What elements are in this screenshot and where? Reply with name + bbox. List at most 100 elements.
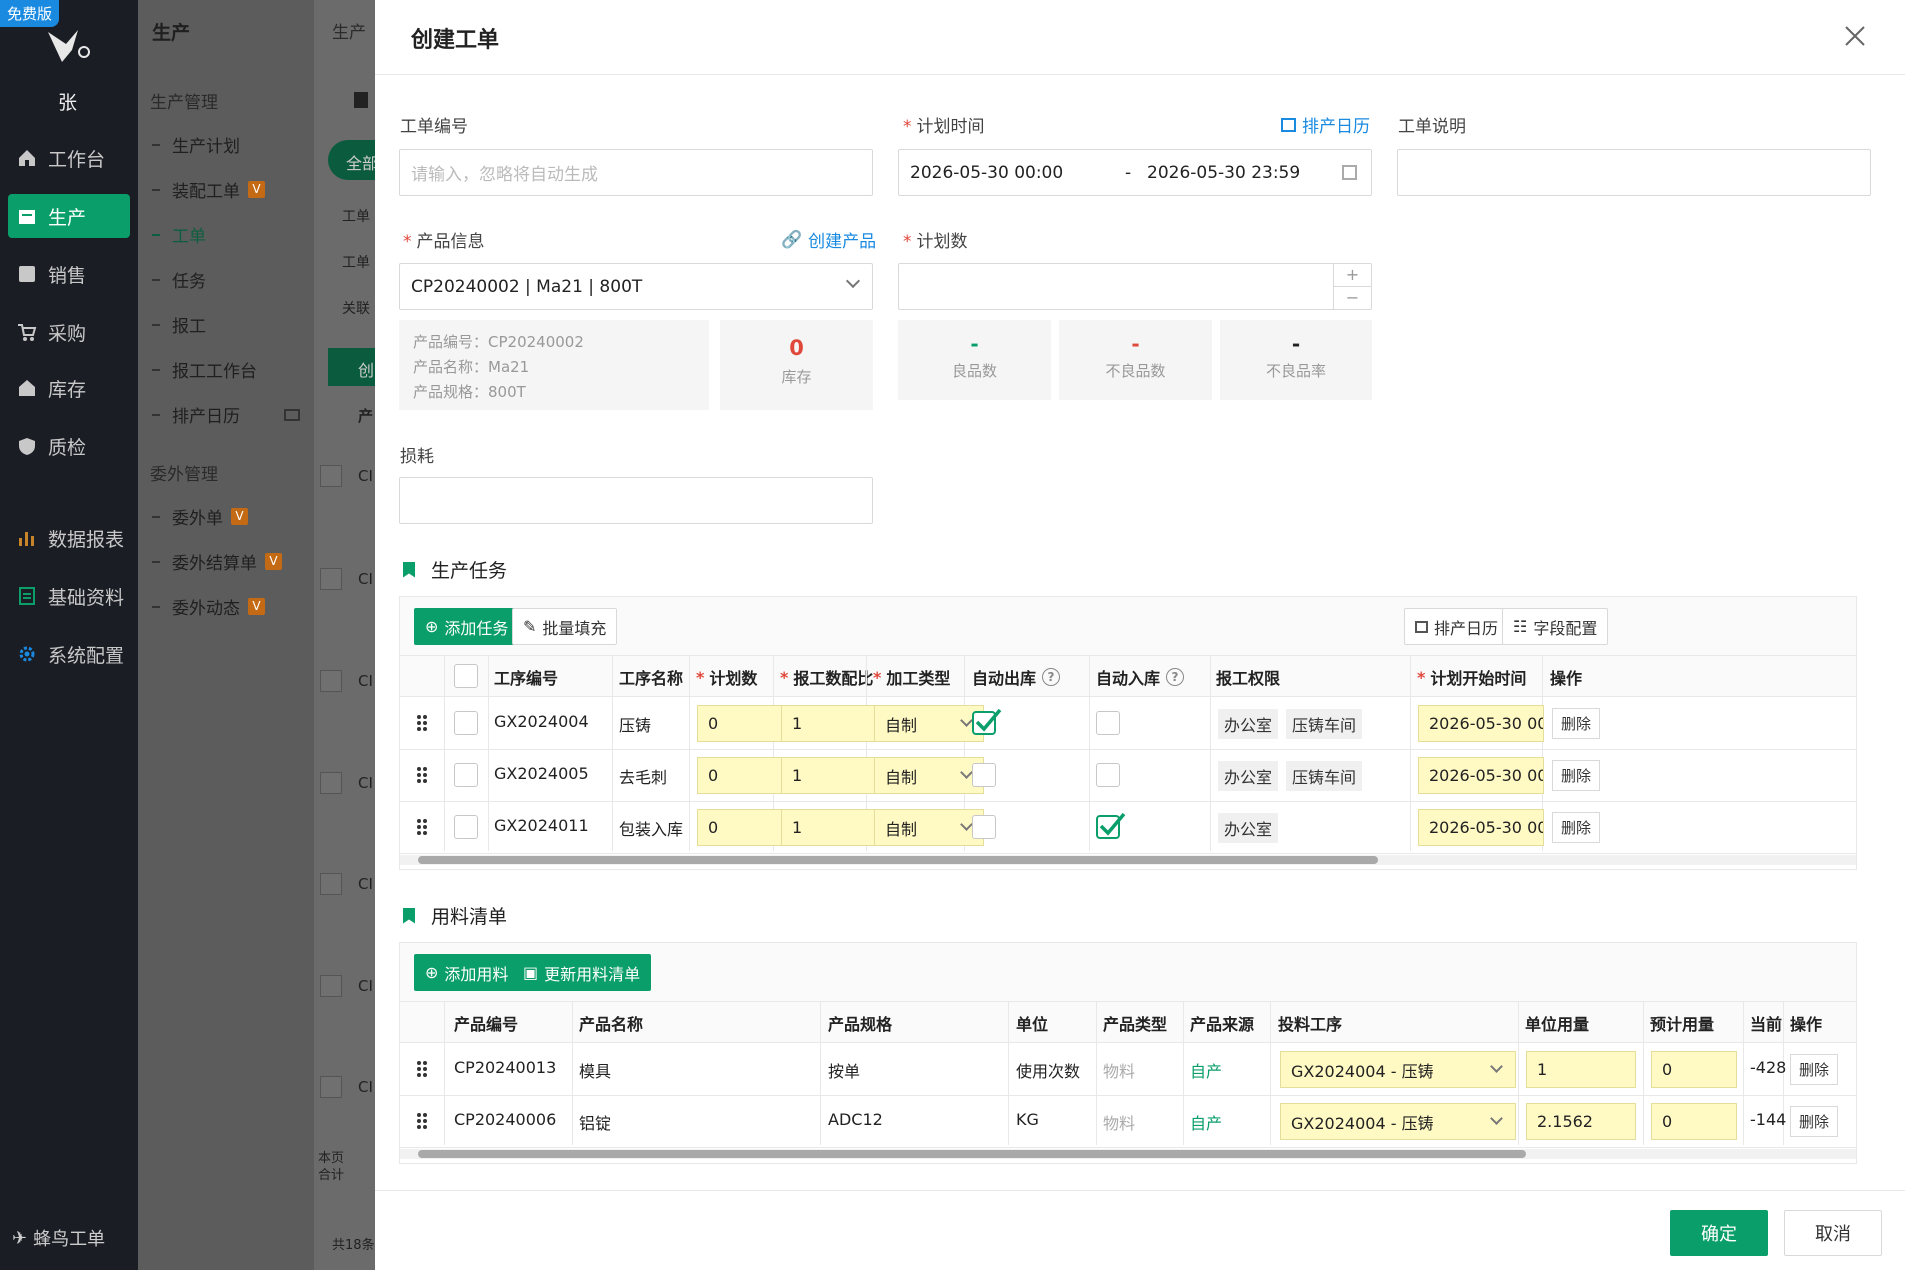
- auto-in-checkbox[interactable]: [1096, 711, 1120, 735]
- delete-button[interactable]: 删除: [1552, 812, 1601, 843]
- sub-nav-item-assembly[interactable]: 装配工单 V: [152, 177, 265, 202]
- plus-icon[interactable]: +: [1334, 264, 1371, 287]
- free-badge: 免费版: [0, 0, 60, 27]
- edit-icon: ✎: [523, 617, 537, 636]
- row-checkbox[interactable]: [454, 711, 478, 735]
- sub-nav-item-workorder[interactable]: 工单: [152, 222, 206, 247]
- add-material-button[interactable]: ⊕ 添加用料: [414, 954, 520, 991]
- row-checkbox[interactable]: [454, 763, 478, 787]
- field-config-button[interactable]: ☷ 字段配置: [1502, 608, 1609, 645]
- bg-new-button: 创: [328, 348, 376, 386]
- feed-process-select[interactable]: GX2024004 - 压铸: [1280, 1051, 1516, 1088]
- calendar-link[interactable]: 排产日历: [1281, 112, 1370, 137]
- plan-qty-input[interactable]: 0: [697, 809, 783, 846]
- close-icon[interactable]: [1843, 24, 1867, 48]
- col-auto-in: 自动入库?: [1096, 665, 1185, 689]
- calendar-icon: [16, 205, 38, 227]
- sub-nav-title: 生产: [152, 22, 191, 44]
- nav-sales[interactable]: 销售: [8, 252, 130, 296]
- nav-purchase[interactable]: 采购: [8, 310, 130, 354]
- nav-quality[interactable]: 质检: [8, 424, 130, 468]
- minus-icon[interactable]: −: [1334, 287, 1371, 309]
- sub-nav-item-task[interactable]: 任务: [152, 267, 206, 292]
- est-usage-input[interactable]: 0: [1651, 1051, 1737, 1088]
- permission-tag: 压铸车间: [1286, 761, 1363, 791]
- tasks-h-scrollbar[interactable]: [400, 855, 1856, 865]
- auto-in-checkbox[interactable]: [1096, 763, 1120, 787]
- plan-start-input[interactable]: 2026-05-30 00:00: [1418, 757, 1544, 794]
- bg-row-checkbox: [320, 873, 342, 895]
- report-ratio-input[interactable]: 1: [781, 705, 881, 742]
- calendar-icon: [1281, 117, 1296, 132]
- nav-production[interactable]: 生产: [8, 194, 130, 238]
- description-input[interactable]: [1397, 149, 1871, 196]
- bom-h-scrollbar[interactable]: [400, 1149, 1856, 1159]
- nav-label: 系统配置: [48, 644, 125, 667]
- loss-input[interactable]: [399, 477, 873, 524]
- plan-start-input[interactable]: 2026-05-30 00:00: [1418, 705, 1544, 742]
- nav-system-config[interactable]: 系统配置: [8, 632, 130, 676]
- document-icon: [16, 585, 38, 607]
- wo-number-input[interactable]: 请输入，忽略将自动生成: [399, 149, 873, 196]
- drag-handle-icon[interactable]: [416, 817, 428, 837]
- sub-nav-item-outsource[interactable]: 委外单 V: [152, 504, 248, 529]
- user-avatar[interactable]: 张: [58, 88, 77, 115]
- sub-nav-item-report[interactable]: 报工: [152, 312, 206, 337]
- delete-button[interactable]: 删除: [1552, 760, 1601, 791]
- plan-qty-input[interactable]: + −: [898, 263, 1372, 310]
- nav-workbench[interactable]: 工作台: [8, 136, 130, 180]
- create-product-link[interactable]: 🔗 创建产品: [781, 227, 876, 253]
- sub-nav-item-report-workbench[interactable]: 报工工作台: [152, 357, 257, 382]
- sub-nav-item-outsource-status[interactable]: 委外动态 V: [152, 594, 265, 619]
- auto-out-checkbox[interactable]: [972, 763, 996, 787]
- report-ratio-input[interactable]: 1: [781, 757, 881, 794]
- batch-fill-button[interactable]: ✎ 批量填充: [512, 608, 618, 645]
- plan-qty-input[interactable]: 0: [697, 757, 783, 794]
- nav-reports[interactable]: 数据报表: [8, 516, 130, 560]
- product-name: 产品名称：Ma21: [413, 358, 530, 376]
- plan-start-input[interactable]: 2026-05-30 00:00: [1418, 809, 1544, 846]
- select-all-checkbox[interactable]: [454, 664, 478, 688]
- bg-cell: CI: [358, 467, 373, 485]
- auto-out-checkbox[interactable]: [972, 815, 996, 839]
- scroll-thumb[interactable]: [418, 856, 1378, 864]
- sub-nav-item-outsource-settle[interactable]: 委外结算单 V: [152, 549, 282, 574]
- feed-process-select[interactable]: GX2024004 - 压铸: [1280, 1103, 1516, 1140]
- delete-button[interactable]: 删除: [1552, 708, 1601, 739]
- bg-cell: CI: [358, 672, 373, 690]
- nav-basic-data[interactable]: 基础资料: [8, 574, 130, 618]
- report-ratio-input[interactable]: 1: [781, 809, 881, 846]
- qty-stepper[interactable]: + −: [1333, 264, 1371, 309]
- update-bom-button[interactable]: ▣ 更新用料清单: [512, 954, 652, 991]
- plan-time-range-picker[interactable]: 2026-05-30 00:00 - 2026-05-30 23:59: [898, 149, 1372, 196]
- plan-qty-input[interactable]: 0: [697, 705, 783, 742]
- drag-handle-icon[interactable]: [416, 1059, 428, 1079]
- drag-handle-icon[interactable]: [416, 765, 428, 785]
- auto-out-checkbox-checked[interactable]: [972, 707, 1002, 740]
- auto-in-checkbox-checked[interactable]: [1096, 811, 1126, 844]
- col-actions: 操作: [1790, 1015, 1823, 1034]
- sub-nav-item-plan[interactable]: 生产计划: [152, 132, 240, 157]
- product-select[interactable]: CP20240002 | Ma21 | 800T: [399, 263, 873, 310]
- task-calendar-button[interactable]: 排产日历: [1404, 608, 1510, 645]
- scroll-thumb[interactable]: [418, 1150, 1526, 1158]
- wo-number-label: 工单编号: [400, 117, 468, 137]
- delete-button[interactable]: 删除: [1790, 1106, 1839, 1137]
- delete-button[interactable]: 删除: [1790, 1054, 1839, 1085]
- unit-usage-input[interactable]: 2.1562: [1526, 1103, 1636, 1140]
- drag-handle-icon[interactable]: [416, 1111, 428, 1131]
- unit-usage-input[interactable]: 1: [1526, 1051, 1636, 1088]
- product-source: 自产: [1190, 1062, 1223, 1081]
- nav-inventory[interactable]: 库存: [8, 366, 130, 410]
- cancel-button[interactable]: 取消: [1784, 1210, 1882, 1256]
- process-type-select[interactable]: 自制: [874, 757, 984, 794]
- row-checkbox[interactable]: [454, 815, 478, 839]
- process-code: GX2024005: [494, 764, 589, 783]
- add-task-button[interactable]: ⊕ 添加任务: [414, 608, 520, 645]
- est-usage-input[interactable]: 0: [1651, 1103, 1737, 1140]
- drag-handle-icon[interactable]: [416, 713, 428, 733]
- confirm-button[interactable]: 确定: [1670, 1210, 1768, 1256]
- sub-nav-item-calendar[interactable]: 排产日历: [152, 402, 300, 427]
- process-type-select[interactable]: 自制: [874, 809, 984, 846]
- process-type-select[interactable]: 自制: [874, 705, 984, 742]
